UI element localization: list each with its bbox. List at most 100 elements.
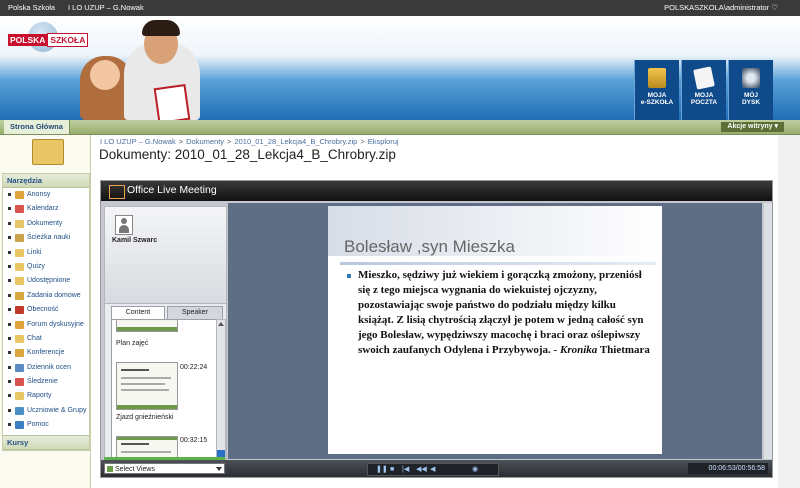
slide-list-scrollbar[interactable] [216, 319, 226, 461]
my-eschool-button[interactable]: MOJA e-SZKOŁA [634, 60, 679, 120]
sidebar-item-anonsy[interactable]: Anonsy [3, 188, 89, 202]
user-site-link[interactable]: I LO UZUP – G.Nowak [68, 0, 144, 16]
presentation-stage: Bolesław ,syn Mieszka Mieszko, sędziwy j… [228, 203, 762, 459]
sidebar-item-quizy[interactable]: Quizy [3, 260, 89, 274]
sidebar-item-dziennik[interactable]: Dziennik ocen [3, 361, 89, 375]
disk-icon [742, 68, 760, 88]
slide-body: Mieszko, sędziwy już wiekiem i gorączką … [358, 269, 650, 356]
attendance-icon [15, 306, 24, 315]
sidebar-item-forum[interactable]: Forum dyskusyjne [3, 318, 89, 332]
slide-time: 00:32:15 [180, 437, 208, 444]
breadcrumb-explore: Eksploruj [367, 137, 399, 146]
homework-icon [15, 291, 24, 300]
scroll-up-icon[interactable] [218, 322, 224, 326]
help-icon [15, 421, 24, 430]
avatar [115, 215, 133, 235]
announcement-icon [15, 191, 24, 199]
conference-icon [15, 349, 24, 358]
page-title: Dokumenty: 2010_01_28_Lekcja4_B_Chrobry.… [99, 147, 396, 162]
rewind-icon[interactable]: ◀◀ [416, 466, 427, 473]
sidebar-item-uczniowie[interactable]: Uczniowie & Grupy [3, 404, 89, 418]
panel-tabs: Content Speaker [111, 306, 223, 320]
pause-icon[interactable]: ❚❚ [376, 466, 388, 473]
playback-controls: ❚❚ ■ |◀ ◀◀ ◀ ◉ [367, 463, 499, 476]
chevron-down-icon [216, 467, 222, 471]
site-actions-menu[interactable]: Akcje witryny ▾ [721, 122, 784, 132]
slide-thumbnail[interactable] [116, 320, 178, 332]
tools-header: Narzędzia [3, 174, 89, 188]
tab-content[interactable]: Content [111, 306, 165, 319]
sidebar-item-udostepnione[interactable]: Udostępnione [3, 274, 89, 288]
students-icon [15, 406, 24, 415]
live-meeting-logo-icon [109, 185, 125, 199]
tab-home[interactable]: Strona Główna [4, 120, 70, 134]
timecode: 00:06:53/00:56:58 [688, 463, 768, 474]
mail-icon [693, 66, 715, 90]
sidebar-item-sciezka[interactable]: Ścieżka nauki [3, 231, 89, 245]
my-disk-button[interactable]: MÓJ DYSK [728, 60, 773, 120]
links-icon [15, 248, 24, 257]
player-scrollbar[interactable] [764, 203, 772, 459]
slide-time: 00:22:24 [180, 364, 208, 371]
documents-icon [15, 219, 24, 228]
slide-label: Zjazd gnieźnieński [116, 414, 174, 421]
forward-icon[interactable]: ◉ [472, 466, 478, 473]
tracking-icon [15, 378, 24, 387]
reports-icon [15, 392, 24, 401]
sidebar-item-pomoc[interactable]: Pomoc [3, 418, 89, 432]
header-banner: POLSKA SZKOŁA MOJA e-SZKOŁA MOJA POCZTA M… [0, 16, 800, 120]
current-slide: Bolesław ,syn Mieszka Mieszko, sędziwy j… [328, 206, 662, 454]
prev-icon[interactable]: |◀ [402, 466, 409, 473]
stop-icon[interactable]: ■ [390, 466, 394, 473]
player-title-bar: Office Live Meeting [101, 181, 772, 201]
banner-photo [60, 16, 220, 120]
gradebook-icon [15, 363, 24, 372]
playback-progress[interactable] [104, 457, 225, 460]
breadcrumb-documents[interactable]: Dokumenty [186, 137, 224, 146]
tab-speaker[interactable]: Speaker [167, 306, 223, 320]
player-control-bar: Select Views ❚❚ ■ |◀ ◀◀ ◀ ◉ 00:06:53/00:… [101, 457, 772, 477]
live-meeting-player: Office Live Meeting Kamil Szwarc Content… [100, 180, 773, 478]
quiz-icon [15, 262, 24, 271]
calendar-icon [15, 205, 24, 214]
folder-icon [32, 139, 64, 165]
sidebar-item-raporty[interactable]: Raporty [3, 389, 89, 403]
select-views-dropdown[interactable]: Select Views [104, 463, 225, 474]
tools-panel: Narzędzia Anonsy Kalendarz Dokumenty Ści… [2, 173, 90, 451]
views-icon [107, 466, 113, 472]
left-sidebar: Narzędzia Anonsy Kalendarz Dokumenty Ści… [0, 135, 91, 488]
site-link[interactable]: Polska Szkoła [8, 0, 55, 16]
speaker-panel: Kamil Szwarc [105, 207, 226, 304]
sidebar-item-sledzenie[interactable]: Śledzenie [3, 375, 89, 389]
slide-list: Plan zajęć 00:22:24 Zjazd gnieźnieński 0… [111, 319, 217, 461]
shared-icon [15, 277, 24, 286]
player-app-title: Office Live Meeting [127, 184, 217, 196]
forum-icon [15, 320, 24, 329]
breadcrumb: I LO UZUP – G.Nowak > Dokumenty >2010_01_28… [100, 137, 399, 146]
slide-label: Plan zajęć [116, 340, 149, 347]
sidebar-item-chat[interactable]: Chat [3, 332, 89, 346]
volume-icon[interactable]: ◀ [430, 466, 435, 473]
player-side-panel: Kamil Szwarc Content Speaker Plan zajęć … [104, 206, 227, 466]
courses-header[interactable]: Kursy [3, 434, 89, 450]
bullet-icon [347, 274, 351, 278]
sidebar-item-zadania[interactable]: Zadania domowe [3, 289, 89, 303]
breadcrumb-file[interactable]: 2010_01_28_Lekcja4_B_Chrobry.zip [234, 137, 357, 146]
breadcrumb-site[interactable]: I LO UZUP – G.Nowak [100, 137, 176, 146]
learning-path-icon [15, 234, 24, 243]
slide-thumbnail[interactable] [116, 362, 178, 410]
sidebar-item-konferencje[interactable]: Konferencje [3, 346, 89, 360]
speaker-name: Kamil Szwarc [112, 237, 158, 244]
login-menu[interactable]: POLSKASZKOLA\administrator ♡ [664, 0, 778, 16]
book-icon [648, 68, 666, 88]
slide-title: Bolesław ,syn Mieszka [344, 237, 516, 256]
right-gutter [778, 135, 800, 488]
my-mail-button[interactable]: MOJA POCZTA [681, 60, 726, 120]
top-nav: Strona Główna Akcje witryny ▾ [0, 120, 800, 135]
sidebar-item-dokumenty[interactable]: Dokumenty [3, 217, 89, 231]
top-bar: Polska Szkoła I LO UZUP – G.Nowak POLSKA… [0, 0, 800, 16]
chat-icon [15, 334, 24, 343]
sidebar-item-linki[interactable]: Linki [3, 246, 89, 260]
sidebar-item-kalendarz[interactable]: Kalendarz [3, 202, 89, 216]
sidebar-item-obecnosc[interactable]: Obecność [3, 303, 89, 317]
